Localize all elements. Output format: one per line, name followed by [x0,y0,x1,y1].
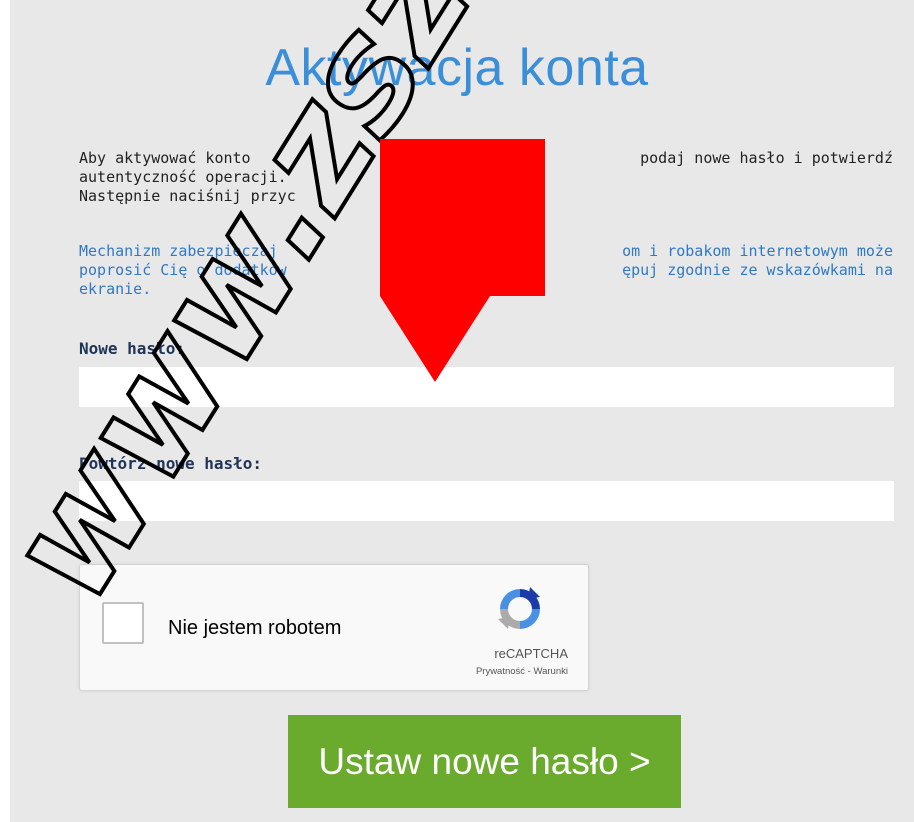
intro-line-3: Następnie naciśnij przyc sło". [79,187,893,206]
intro-line-2: autentyczność operacji. [79,168,287,186]
repeat-password-label: Powtórz nowe hasło: [79,454,263,473]
intro-line-1-start: Aby aktywować konto [79,149,251,167]
recaptcha-checkbox[interactable] [102,602,144,644]
note-line-1-end: om i robakom internetowym może [622,242,893,260]
repeat-password-input[interactable] [79,481,894,521]
recaptcha-brand: reCAPTCHA [494,646,568,661]
note-line-3: ekranie. [79,280,152,298]
new-password-input[interactable] [79,367,894,407]
link-separator: - [525,666,534,677]
note-line-2-end: ępuj zgodnie ze wskazówkami na [622,261,893,279]
recaptcha-checkbox-label: Nie jestem robotem [168,617,342,639]
intro-line-1-end: podaj nowe hasło i potwierdź [640,149,893,167]
page-title: Aktywacja konta [265,39,649,97]
intro-line-1: Aby aktywować konto podaj nowe hasło i p… [79,149,893,168]
recaptcha-logo-icon [498,587,540,629]
intro-line-3-end: sło". [443,187,489,205]
activation-panel [10,0,914,822]
recaptcha-links: Prywatność - Warunki [476,666,568,677]
new-password-label: Nowe hasło: [79,339,185,358]
intro-text: Aby aktywować konto podaj nowe hasło i p… [79,149,893,206]
note-line-1: Mechanizm zabezpieczaj om i robakom inte… [79,242,893,261]
recaptcha-widget: Nie jestem robotem reCAPTCHA Prywatność … [79,564,589,691]
note-line-2-start: poprosić Cię o dodatkow [79,261,287,279]
terms-link[interactable]: Warunki [534,666,569,677]
note-line-1-start: Mechanizm zabezpieczaj [79,242,278,260]
intro-line-3-start: Następnie naciśnij przyc [79,187,296,205]
note-line-2: poprosić Cię o dodatkow ępuj zgodnie ze … [79,261,893,280]
set-new-password-button[interactable]: Ustaw nowe hasło > [288,715,681,808]
security-note: Mechanizm zabezpieczaj om i robakom inte… [79,242,893,299]
privacy-link[interactable]: Prywatność [476,666,525,677]
